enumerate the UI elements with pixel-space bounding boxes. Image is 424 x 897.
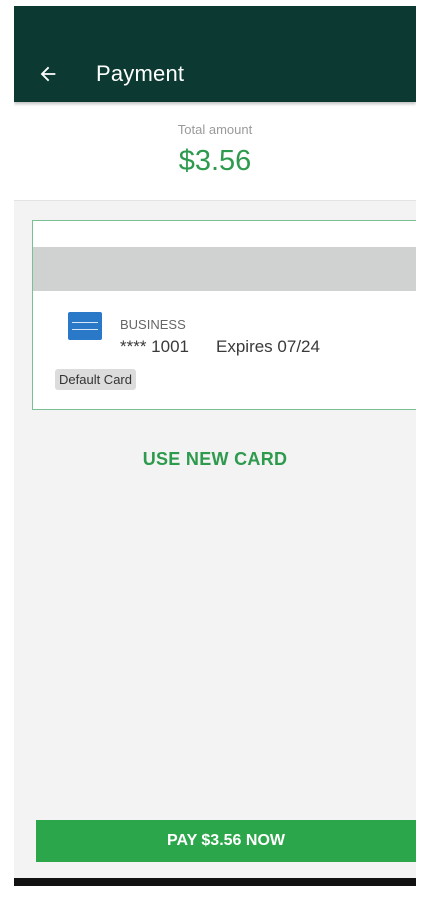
saved-card-panel[interactable]: BUSINESS **** 1001 Expires 07/24 Default… [32,220,416,410]
arrow-left-icon [40,66,56,82]
total-amount-label: Total amount [177,122,253,137]
status-bar [14,6,416,46]
payment-screen: Payment Total amount $3.56 BUSINESS ****… [14,6,416,886]
card-masked-number: **** 1001 [120,337,190,356]
card-expiry: Expires 07/24 [216,337,320,356]
system-navigation-bar [14,878,416,886]
back-button[interactable] [26,52,70,96]
card-type-label: BUSINESS [120,317,186,332]
amex-card-icon [68,312,102,340]
use-new-card-button[interactable]: USE NEW CARD [14,449,416,470]
total-amount-value: $3.56 [178,145,252,177]
app-bar: Payment [14,46,416,102]
default-card-badge: Default Card [55,369,136,390]
card-header-band [33,247,416,291]
amex-card-stripe [72,322,98,330]
pay-now-button[interactable]: PAY $3.56 NOW [36,820,416,862]
total-amount-section: Total amount $3.56 [14,102,416,201]
page-title: Payment [96,61,185,86]
